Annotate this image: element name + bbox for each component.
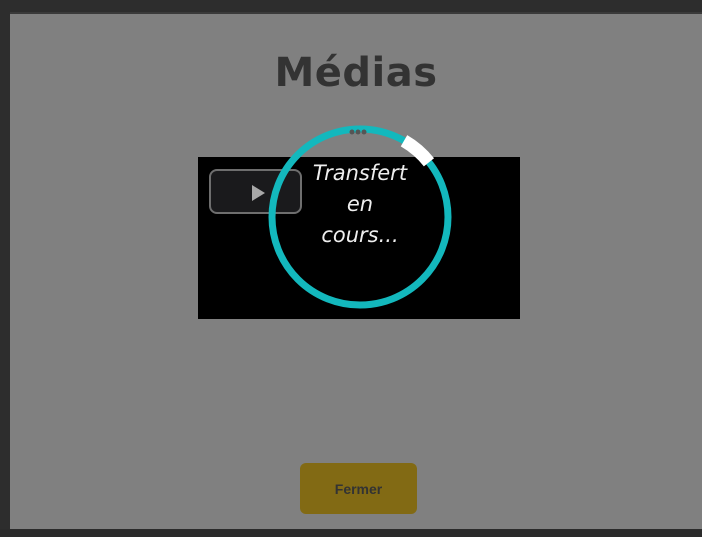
close-button[interactable]: Fermer xyxy=(300,463,417,514)
play-icon xyxy=(252,185,265,201)
status-line-2: en xyxy=(346,192,374,216)
screen: Médias Fermer Transfert en cours... xyxy=(0,0,702,537)
upload-status-text: Transfert en cours... xyxy=(290,158,430,251)
status-line-3: cours... xyxy=(321,223,399,247)
dialog-title: Médias xyxy=(274,50,438,96)
status-line-1: Transfert xyxy=(312,161,408,185)
background-strip xyxy=(0,529,702,537)
spinner-dots xyxy=(349,129,367,135)
